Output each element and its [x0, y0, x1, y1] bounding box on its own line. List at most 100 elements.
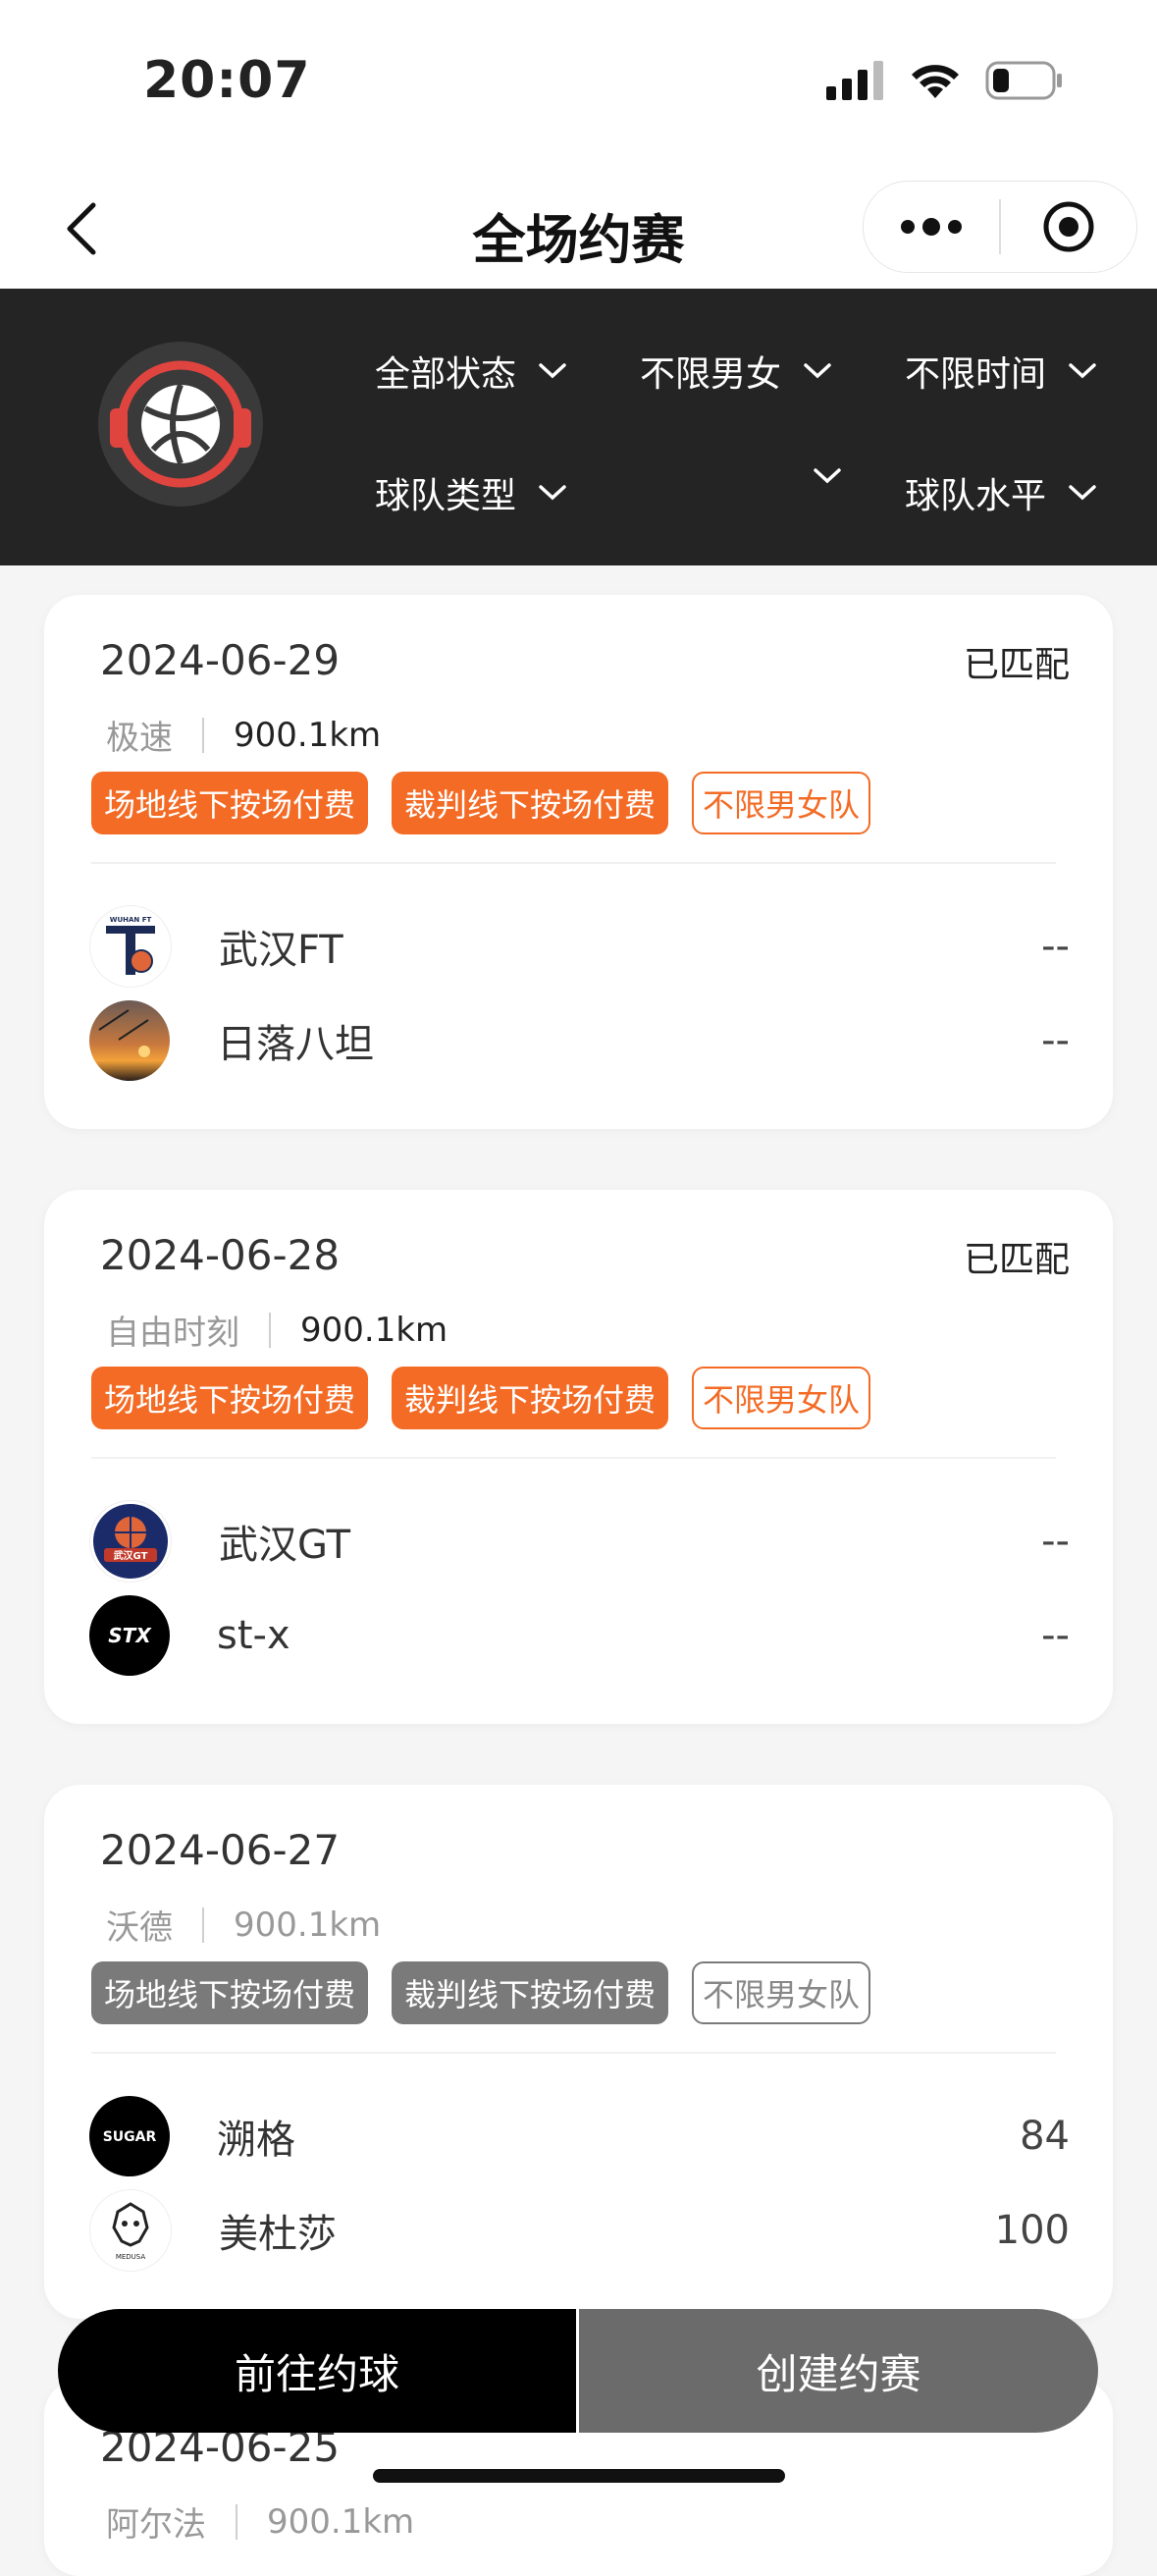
team-medusa-logo-text: MEDUSA	[116, 2253, 146, 2261]
filter-status[interactable]: 全部状态	[375, 346, 567, 397]
filter-time[interactable]: 不限时间	[905, 346, 1097, 397]
filter-status-label: 全部状态	[375, 354, 517, 395]
team-avatar: STX	[89, 1595, 170, 1676]
more-button[interactable]	[864, 182, 999, 272]
more-dots-icon	[901, 218, 963, 236]
match-meta: 极速 900.1km	[106, 711, 381, 759]
miniapp-capsule	[863, 181, 1137, 273]
filter-bar: 全部状态 不限男女 不限时间 球队类型 球队水平	[0, 289, 1157, 565]
tag-list: 场地线下按场付费 裁判线下按场付费 不限男女队	[91, 772, 870, 834]
venue-name: 沃德	[106, 1908, 173, 1948]
match-date: 2024-06-28	[100, 1231, 341, 1279]
basketball-logo-icon	[98, 342, 263, 507]
filter-team-level[interactable]: 球队水平	[905, 467, 1097, 518]
chevron-down-icon	[803, 362, 832, 380]
match-card[interactable]: 2024-06-27 沃德 900.1km 场地线下按场付费 裁判线下按场付费 …	[44, 1785, 1113, 2319]
tag-gender: 不限男女队	[692, 772, 870, 834]
status-icons	[826, 61, 1064, 100]
tag-gender: 不限男女队	[692, 1367, 870, 1429]
team-name: 武汉FT	[219, 928, 343, 973]
team-score: --	[1041, 1519, 1070, 1564]
tag-referee-fee: 裁判线下按场付费	[392, 1367, 668, 1429]
chevron-down-icon	[538, 484, 567, 502]
match-meta: 自由时刻 900.1km	[106, 1306, 447, 1354]
team-score: --	[1041, 1018, 1070, 1063]
close-miniapp-button[interactable]	[1001, 182, 1136, 272]
go-match-button[interactable]: 前往约球	[58, 2309, 576, 2433]
venue-name: 极速	[106, 719, 173, 758]
filter-gender[interactable]: 不限男女	[640, 346, 832, 397]
match-date: 2024-06-27	[100, 1826, 341, 1874]
team-row[interactable]: 日落八坦 --	[89, 999, 1070, 1082]
chevron-down-icon	[1068, 362, 1097, 380]
status-time: 20:07	[143, 51, 311, 110]
match-status: 已匹配	[963, 645, 1070, 685]
tag-venue-fee: 场地线下按场付费	[91, 1961, 368, 2024]
meta-divider	[202, 1906, 204, 1943]
match-date: 2024-06-29	[100, 636, 341, 684]
signal-icon	[826, 61, 883, 100]
team-row[interactable]: 武汉GT 武汉GT --	[89, 1500, 1070, 1583]
match-meta: 阿尔法 900.1km	[106, 2497, 414, 2546]
team-stx-logo-icon: STX	[108, 1624, 152, 1647]
tag-referee-fee: 裁判线下按场付费	[392, 1961, 668, 2024]
meta-divider	[202, 717, 204, 753]
chevron-down-icon	[1068, 484, 1097, 502]
tag-referee-fee: 裁判线下按场付费	[392, 772, 668, 834]
sunset-photo-icon	[98, 1009, 150, 1057]
venue-name: 自由时刻	[106, 1314, 239, 1353]
filter-team-type-label: 球队类型	[375, 476, 517, 516]
card-divider	[91, 1457, 1056, 1459]
team-gt-logo-icon: 武汉GT	[93, 1504, 168, 1579]
distance: 900.1km	[300, 1310, 448, 1350]
team-row[interactable]: WUHAN FT 武汉FT --	[89, 905, 1070, 988]
team-score: --	[1041, 924, 1070, 969]
team-name: st-x	[217, 1613, 290, 1658]
team-sugar-logo-icon: SUGAR	[103, 2129, 157, 2145]
team-name: 溯格	[217, 2118, 295, 2163]
team-ft-logo-text: WUHAN FT	[110, 916, 152, 924]
filter-team-type[interactable]: 球队类型	[375, 467, 567, 518]
team-avatar: MEDUSA	[89, 2189, 172, 2272]
team-stx-logo-text: STX	[108, 1624, 152, 1647]
match-card[interactable]: 2024-06-29 已匹配 极速 900.1km 场地线下按场付费 裁判线下按…	[44, 595, 1113, 1129]
team-gt-logo-text: 武汉GT	[114, 1549, 148, 1562]
status-bar: 20:07	[0, 0, 1157, 167]
tag-gender: 不限男女队	[692, 1961, 870, 2024]
team-ft-logo-icon: WUHAN FT	[106, 916, 155, 975]
team-avatar: 武汉GT	[89, 1500, 172, 1583]
team-avatar	[89, 1000, 170, 1081]
distance: 900.1km	[234, 715, 382, 755]
home-indicator	[373, 2469, 785, 2483]
team-name: 美杜莎	[219, 2212, 337, 2257]
tag-list: 场地线下按场付费 裁判线下按场付费 不限男女队	[91, 1367, 870, 1429]
target-icon	[1043, 201, 1094, 252]
team-avatar: WUHAN FT	[89, 905, 172, 988]
create-match-button[interactable]: 创建约赛	[579, 2309, 1098, 2433]
nav-bar: 全场约赛	[0, 167, 1157, 289]
filter-gender-label: 不限男女	[640, 354, 782, 395]
team-avatar: SUGAR	[89, 2096, 170, 2176]
match-status: 已匹配	[963, 1240, 1070, 1280]
wifi-icon	[912, 65, 959, 98]
chevron-down-icon	[813, 467, 842, 485]
match-card[interactable]: 2024-06-28 已匹配 自由时刻 900.1km 场地线下按场付费 裁判线…	[44, 1190, 1113, 1724]
match-meta: 沃德 900.1km	[106, 1901, 381, 1949]
filter-region[interactable]	[791, 467, 842, 485]
team-row[interactable]: SUGAR 溯格 84	[89, 2095, 1070, 2177]
team-score: 84	[1020, 2114, 1070, 2159]
battery-icon	[985, 61, 1062, 100]
venue-name: 阿尔法	[106, 2505, 206, 2545]
team-score: 100	[994, 2208, 1070, 2253]
meta-divider	[269, 1312, 271, 1348]
team-name: 武汉GT	[219, 1523, 351, 1568]
distance: 900.1km	[267, 2501, 415, 2542]
tag-list: 场地线下按场付费 裁判线下按场付费 不限男女队	[91, 1961, 870, 2024]
chevron-down-icon	[538, 362, 567, 380]
card-divider	[91, 2052, 1056, 2054]
card-divider	[91, 862, 1056, 864]
team-row[interactable]: MEDUSA 美杜莎 100	[89, 2189, 1070, 2272]
team-row[interactable]: STX st-x --	[89, 1594, 1070, 1677]
team-sugar-logo-text: SUGAR	[103, 2129, 157, 2145]
bottom-action-bar: 前往约球 创建约赛	[58, 2309, 1098, 2433]
